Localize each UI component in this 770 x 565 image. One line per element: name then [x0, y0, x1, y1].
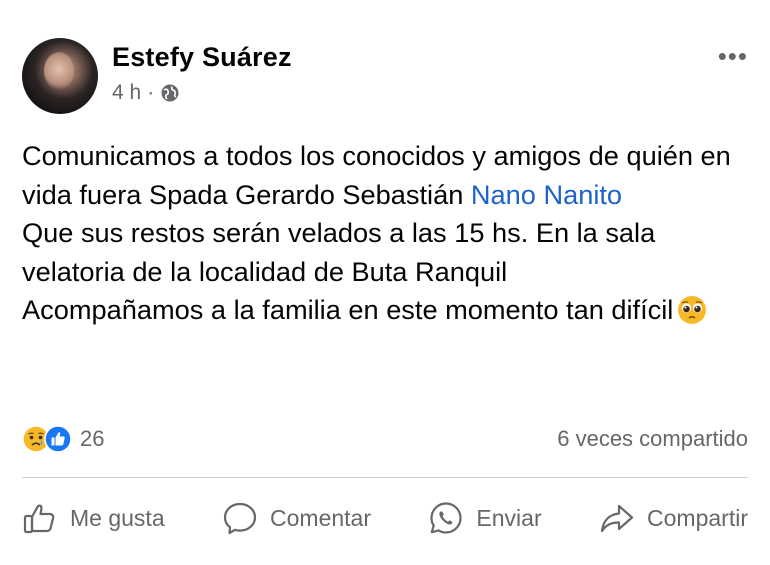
comment-label: Comentar: [270, 504, 371, 531]
like-button[interactable]: Me gusta: [22, 500, 165, 536]
comment-icon: [223, 502, 257, 535]
post-header: Estefy Suárez 4 h ·: [22, 38, 292, 114]
avatar[interactable]: [22, 38, 98, 114]
whatsapp-icon: [430, 502, 463, 534]
separator-dot: ·: [147, 81, 155, 104]
divider: [22, 477, 748, 478]
post-stats: 26 6 veces compartido: [22, 425, 748, 453]
post-text-paragraph-3: Acompañamos a la familia en este momento…: [22, 291, 742, 330]
reaction-count: 26: [80, 426, 105, 451]
post-submeta: 4 h ·: [112, 81, 292, 105]
send-label: Enviar: [476, 504, 542, 531]
reactions-summary[interactable]: 26: [22, 425, 104, 453]
thumbs-up-icon: [23, 504, 55, 534]
pleading-face-icon: [678, 296, 707, 325]
more-options-button[interactable]: •••: [718, 43, 748, 69]
share-label: Compartir: [647, 504, 748, 531]
globe-icon: [161, 84, 179, 102]
post-text-line-1: Comunicamos a todos los conocidos y amig…: [22, 140, 731, 210]
action-bar: Me gusta Comentar Enviar Compartir: [22, 500, 748, 536]
post-text-line-3: Acompañamos a la familia en este momento…: [22, 294, 674, 326]
like-label: Me gusta: [70, 504, 165, 531]
post-text-paragraph-1: Comunicamos a todos los conocidos y amig…: [22, 137, 742, 214]
share-button[interactable]: Compartir: [599, 500, 748, 536]
send-button[interactable]: Enviar: [428, 500, 542, 536]
like-reaction-icon: [44, 425, 72, 453]
author-name[interactable]: Estefy Suárez: [112, 42, 292, 73]
share-count[interactable]: 6 veces compartido: [557, 426, 748, 452]
share-arrow-icon: [600, 504, 634, 533]
post-time[interactable]: 4 h: [112, 81, 141, 105]
post-body: Comunicamos a todos los conocidos y amig…: [22, 137, 742, 330]
mention-link[interactable]: Nano Nanito: [471, 179, 622, 210]
post-meta: Estefy Suárez 4 h ·: [112, 42, 292, 105]
comment-button[interactable]: Comentar: [222, 500, 371, 536]
post-text-line-2: Que sus restos serán velados a las 15 hs…: [22, 217, 656, 287]
facebook-post: Estefy Suárez 4 h · ••• Comunicamos a to…: [0, 0, 770, 565]
